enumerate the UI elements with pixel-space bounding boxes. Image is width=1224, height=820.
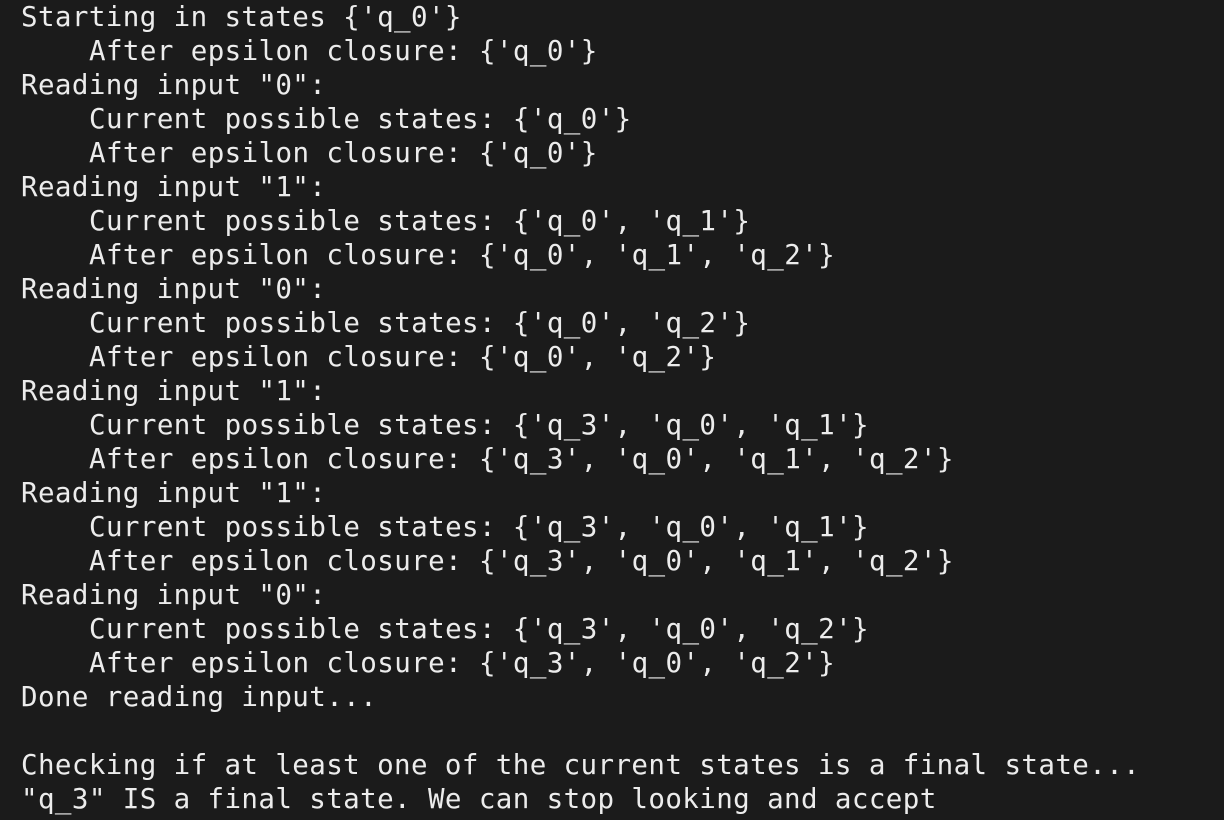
output-line: Reading input "0":	[21, 69, 327, 101]
output-line: "q_3" IS a final state. We can stop look…	[21, 783, 937, 815]
output-line: Reading input "1":	[21, 171, 327, 203]
output-line: Starting in states {'q_0'}	[21, 1, 462, 33]
output-line: Current possible states: {'q_0', 'q_2'}	[89, 307, 751, 339]
output-line: Done reading input...	[21, 681, 378, 713]
output-line: Current possible states: {'q_3', 'q_0', …	[89, 409, 869, 441]
output-line: Current possible states: {'q_0', 'q_1'}	[89, 205, 751, 237]
output-line: After epsilon closure: {'q_3', 'q_0', 'q…	[89, 443, 954, 475]
output-line: Reading input "1":	[21, 375, 327, 407]
output-line: Current possible states: {'q_0'}	[89, 103, 632, 135]
output-line: After epsilon closure: {'q_0', 'q_2'}	[89, 341, 717, 373]
output-line: After epsilon closure: {'q_3', 'q_0', 'q…	[89, 545, 954, 577]
output-line: Reading input "0":	[21, 579, 327, 611]
output-line: Checking if at least one of the current …	[21, 749, 1141, 781]
output-line: Current possible states: {'q_3', 'q_0', …	[89, 511, 869, 543]
terminal-window[interactable]: Starting in states {'q_0'} After epsilon …	[0, 0, 1224, 820]
output-line: After epsilon closure: {'q_0', 'q_1', 'q…	[89, 239, 836, 271]
output-line: Current possible states: {'q_3', 'q_0', …	[89, 613, 869, 645]
output-line: After epsilon closure: {'q_0'}	[89, 35, 598, 67]
output-line: After epsilon closure: {'q_3', 'q_0', 'q…	[89, 647, 836, 679]
output-line: Reading input "0":	[21, 273, 327, 305]
output-line: Reading input "1":	[21, 477, 327, 509]
output-line: After epsilon closure: {'q_0'}	[89, 137, 598, 169]
terminal-output: Starting in states {'q_0'} After epsilon …	[21, 0, 1140, 816]
